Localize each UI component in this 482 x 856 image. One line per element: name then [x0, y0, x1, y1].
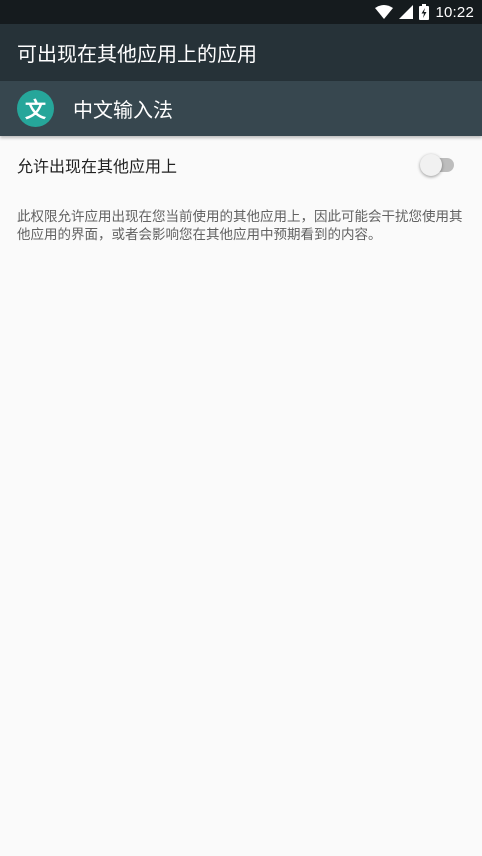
- app-icon-glyph: 文: [25, 97, 46, 122]
- permission-description: 此权限允许应用出现在您当前使用的其他应用上，因此可能会干扰您使用其他应用的界面，…: [17, 209, 463, 243]
- status-bar: 10:22: [0, 0, 482, 24]
- setting-row-allow-overlay[interactable]: 允许出现在其他应用上: [0, 136, 482, 194]
- toolbar: 可出现在其他应用上的应用: [0, 24, 482, 81]
- wifi-icon: [375, 5, 394, 19]
- allow-overlay-toggle[interactable]: [420, 154, 456, 176]
- app-header: 文 中文输入法: [0, 81, 482, 136]
- app-icon: 文: [17, 90, 54, 127]
- setting-label: 允许出现在其他应用上: [17, 157, 178, 176]
- page-title: 可出现在其他应用上的应用: [17, 42, 257, 66]
- cellular-signal-icon: [399, 5, 414, 19]
- status-time: 10:22: [435, 3, 474, 21]
- battery-charging-icon: [419, 4, 430, 20]
- app-name: 中文输入法: [73, 98, 173, 122]
- toggle-thumb: [420, 154, 442, 176]
